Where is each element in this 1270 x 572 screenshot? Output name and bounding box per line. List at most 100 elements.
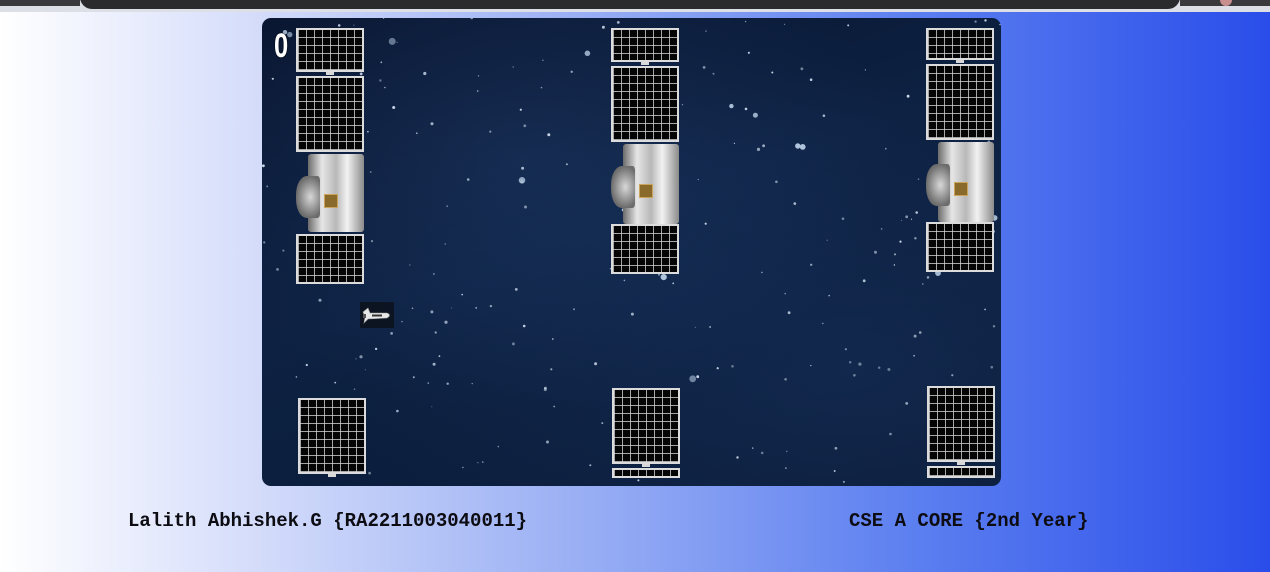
star	[905, 402, 909, 405]
star	[899, 240, 902, 243]
star	[370, 240, 374, 243]
star	[396, 41, 398, 43]
star	[756, 147, 761, 151]
browser-address-bar[interactable]	[80, 0, 1180, 9]
star	[384, 86, 386, 89]
star	[553, 405, 556, 408]
star	[462, 466, 464, 469]
star	[893, 264, 896, 266]
solar-panel	[611, 66, 679, 142]
solar-panel	[927, 466, 995, 478]
star	[524, 205, 527, 209]
game-canvas[interactable]: 0	[262, 18, 1001, 486]
star	[834, 446, 838, 450]
star	[784, 292, 786, 295]
star	[712, 72, 715, 75]
star	[367, 130, 369, 133]
star	[771, 71, 774, 74]
star	[369, 171, 372, 173]
star	[412, 376, 415, 379]
star	[702, 66, 706, 69]
star	[889, 432, 892, 436]
star	[477, 75, 480, 77]
star	[444, 320, 448, 324]
star	[446, 382, 449, 385]
star	[658, 273, 660, 276]
star	[540, 86, 543, 89]
star	[800, 67, 804, 71]
star	[810, 263, 813, 266]
star	[630, 312, 634, 316]
star	[731, 365, 734, 368]
star	[282, 249, 285, 252]
star	[826, 239, 828, 241]
star	[762, 144, 765, 148]
star	[353, 24, 355, 26]
solar-panel	[926, 222, 994, 272]
star	[497, 445, 500, 448]
star	[451, 307, 453, 309]
star	[760, 451, 764, 455]
solar-panel	[927, 386, 995, 462]
panel-connector	[956, 60, 964, 63]
space-shuttle-player[interactable]	[360, 302, 394, 328]
star	[379, 79, 382, 82]
satellite-engine	[611, 166, 635, 208]
star	[878, 366, 881, 369]
star	[784, 378, 787, 381]
star	[842, 480, 845, 483]
star	[434, 331, 437, 334]
star	[392, 106, 396, 109]
star	[411, 307, 414, 310]
star	[901, 219, 903, 221]
star	[716, 367, 719, 370]
star	[696, 375, 700, 379]
star	[775, 180, 778, 184]
star	[984, 308, 986, 311]
star	[990, 365, 994, 369]
panel-connector	[642, 464, 650, 467]
star	[383, 18, 385, 19]
star	[471, 383, 473, 385]
star	[416, 132, 418, 134]
star	[276, 268, 279, 271]
satellite-obstacle-bottom-1	[298, 398, 366, 478]
satellite-obstacle-bottom-2	[612, 388, 680, 478]
star	[542, 59, 544, 62]
star	[334, 381, 337, 384]
star	[543, 388, 547, 392]
star	[862, 279, 866, 283]
solar-panel	[296, 76, 364, 152]
star	[263, 241, 266, 244]
star	[951, 374, 954, 377]
star	[359, 355, 363, 359]
star	[917, 178, 920, 180]
star	[476, 90, 479, 92]
star	[444, 243, 446, 245]
star	[409, 264, 411, 266]
star	[874, 250, 877, 254]
star	[828, 294, 830, 297]
star	[733, 142, 735, 144]
panel-connector	[328, 474, 336, 477]
star	[616, 21, 620, 24]
star	[915, 211, 918, 214]
satellite-module	[954, 182, 968, 196]
star	[401, 321, 403, 323]
score-counter: 0	[274, 27, 289, 65]
star	[432, 362, 436, 366]
star	[910, 218, 913, 220]
star	[523, 124, 527, 128]
star	[841, 217, 845, 220]
star	[519, 108, 522, 111]
star	[512, 66, 514, 68]
star	[992, 325, 996, 328]
star	[744, 107, 748, 111]
star	[705, 30, 707, 32]
star	[844, 348, 848, 351]
star	[353, 388, 356, 391]
star	[337, 24, 341, 27]
star	[637, 479, 640, 482]
star	[380, 61, 383, 64]
star	[623, 279, 626, 282]
